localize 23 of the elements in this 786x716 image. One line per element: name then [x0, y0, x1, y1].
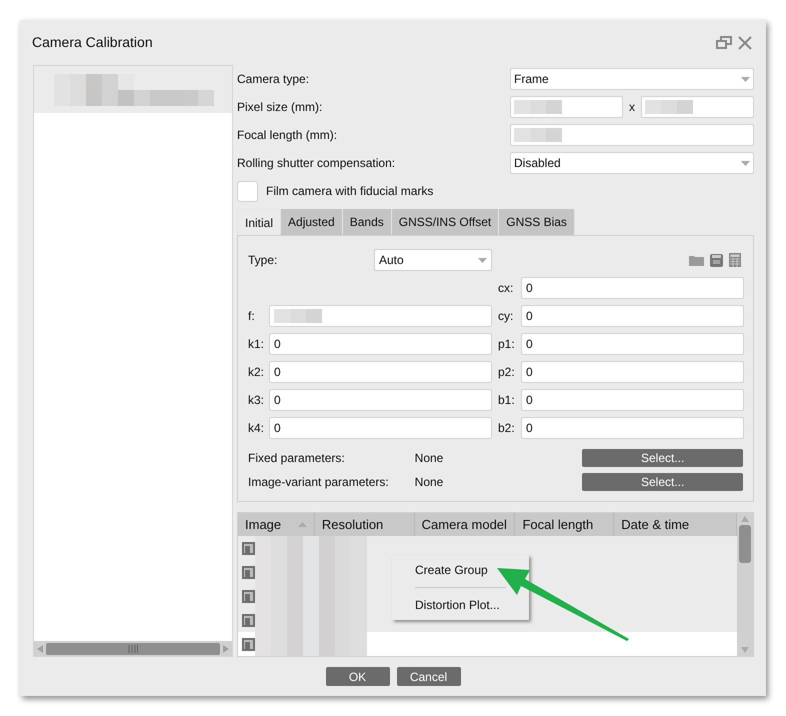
- field-value: None: [414, 450, 444, 467]
- field-label: Focal length (mm):: [237, 127, 338, 144]
- field-label: f:: [248, 308, 256, 325]
- field-label: b2:: [497, 420, 516, 437]
- field-label: Pixel size (mm):: [237, 99, 324, 116]
- field-label: p2:: [497, 364, 516, 381]
- field-label: p1:: [497, 336, 516, 353]
- field-label: b1:: [497, 392, 516, 409]
- checkbox-label: Film camera with fiducial marks: [266, 183, 434, 200]
- field-label: k2:: [248, 364, 266, 381]
- field-value: None: [414, 474, 444, 491]
- field-label: Type:: [248, 252, 278, 269]
- window-title: Camera Calibration: [32, 33, 153, 52]
- field-label: Fixed parameters:: [248, 450, 346, 467]
- field-label: cx:: [497, 280, 514, 297]
- field-label: cy:: [497, 308, 514, 325]
- field-label: Image-variant parameters:: [248, 474, 390, 491]
- field-label: k4:: [248, 420, 266, 437]
- field-label: k3:: [248, 392, 266, 409]
- separator-label: x: [628, 99, 636, 116]
- field-label: Rolling shutter compensation:: [237, 155, 396, 172]
- field-label: Camera type:: [237, 71, 310, 88]
- field-label: k1:: [248, 336, 266, 353]
